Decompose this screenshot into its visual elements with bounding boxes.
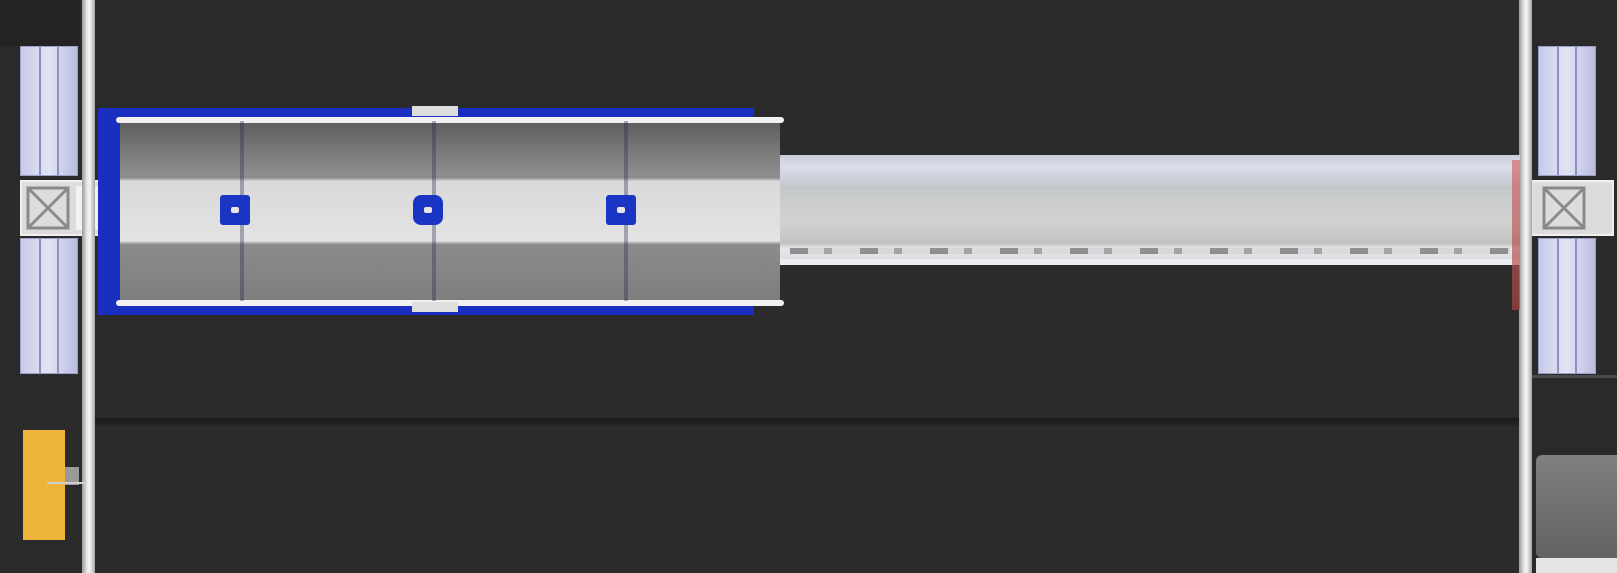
left-guide-rail xyxy=(82,0,95,573)
carriage-top-clamp xyxy=(412,106,458,116)
carriage-pad xyxy=(220,195,250,225)
right-truss-bracket xyxy=(1530,180,1614,236)
yellow-control-box xyxy=(23,430,65,540)
left-lower-upright xyxy=(20,238,78,374)
boom-edge-detail xyxy=(790,248,1510,254)
machine-top-view xyxy=(0,0,1617,573)
right-guide-rail xyxy=(1519,0,1532,573)
cabinet-base xyxy=(1536,558,1617,573)
left-upper-upright xyxy=(20,46,78,176)
lane-divider xyxy=(95,418,1519,426)
control-box-wire xyxy=(47,482,87,484)
top-left-corner-block xyxy=(0,0,80,46)
carriage-body xyxy=(120,118,780,304)
grey-cabinet xyxy=(1536,455,1617,558)
carriage-top-rail xyxy=(116,117,784,123)
carriage-pad xyxy=(606,195,636,225)
cabinet-frame-line xyxy=(1532,375,1617,378)
right-upper-upright xyxy=(1538,46,1596,176)
truss-bracket-icon xyxy=(1542,186,1586,230)
boom-tip xyxy=(1512,160,1520,310)
carriage-pad xyxy=(413,195,443,225)
carriage-bottom-clamp xyxy=(412,302,458,312)
right-lower-upright xyxy=(1538,238,1596,374)
